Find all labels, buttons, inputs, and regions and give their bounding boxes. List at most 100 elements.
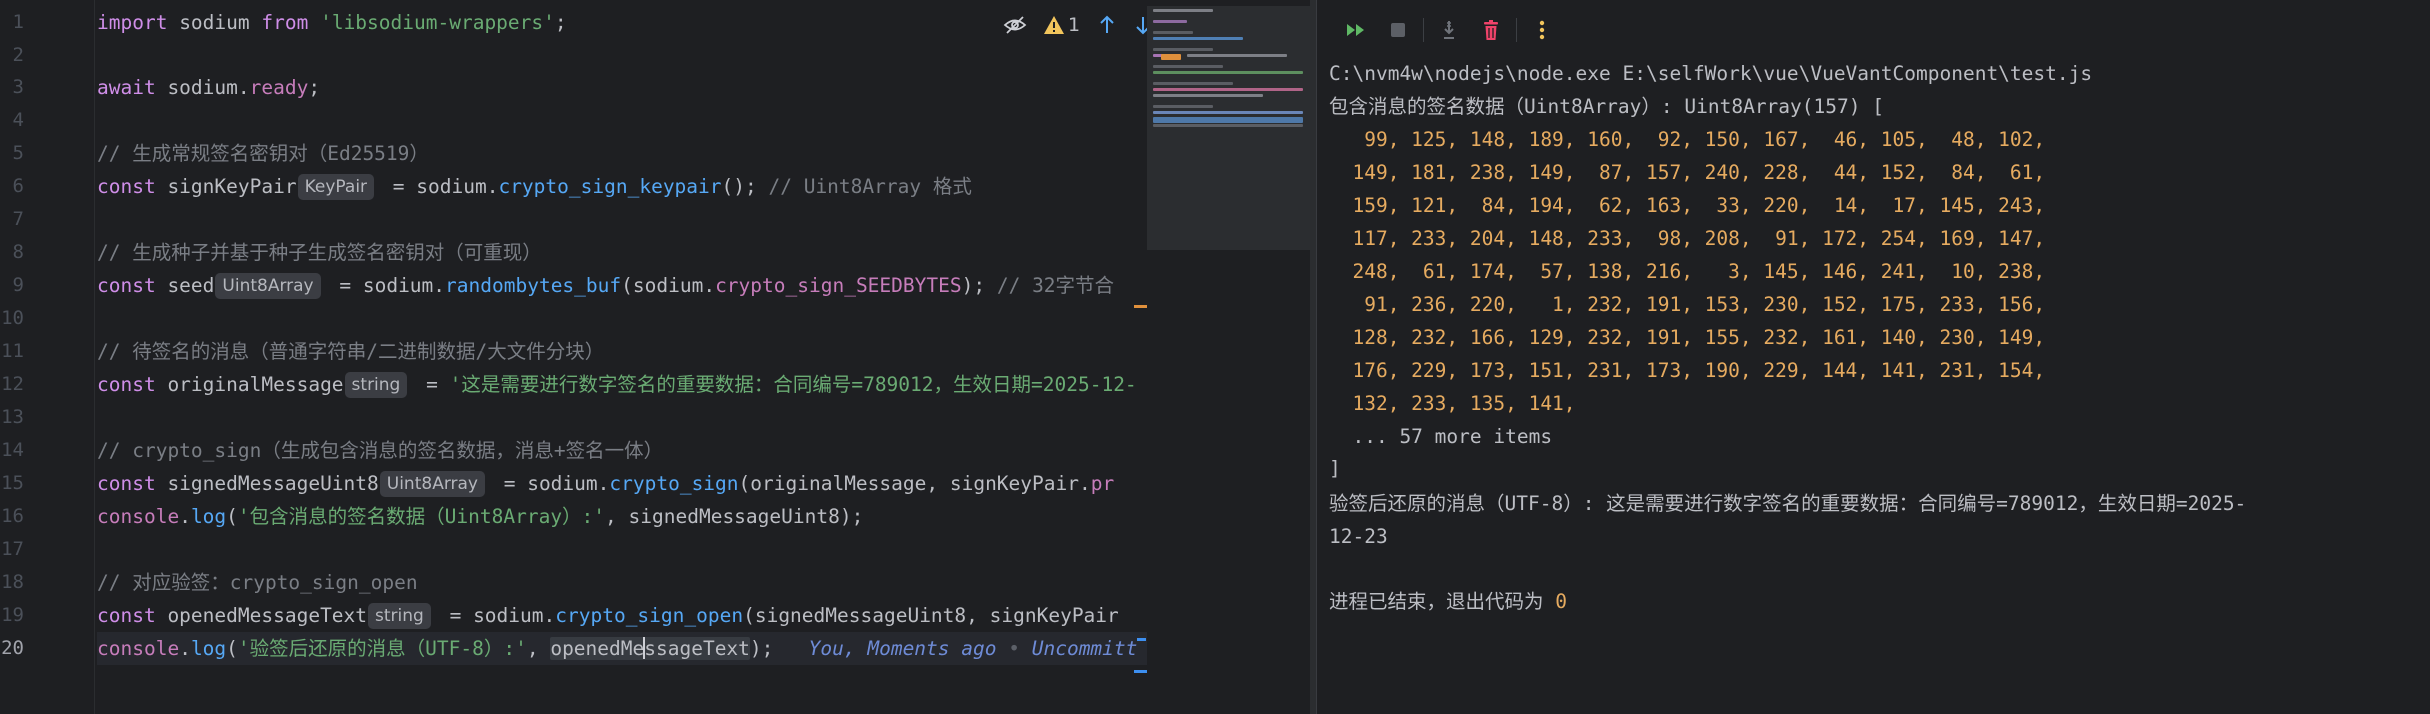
warning-indicator[interactable]: 1: [1043, 14, 1080, 36]
code-line-20[interactable]: console.log('验签后还原的消息（UTF-8）:', openedMe…: [97, 632, 1137, 665]
line-number[interactable]: 5: [0, 141, 24, 165]
punctuation: );: [749, 637, 774, 660]
line-number[interactable]: 8: [0, 240, 24, 264]
toolbar-separator: [1423, 18, 1424, 42]
code-line-9[interactable]: const seed Uint8Array = sodium.randombyte…: [97, 269, 1114, 302]
string-literal: '这是需要进行数字签名的重要数据：合同编号=789012，生效日期=2025-1…: [449, 373, 1137, 396]
more-icon: [1539, 20, 1545, 40]
arrow-up-icon[interactable]: [1098, 15, 1116, 35]
type-hint: KeyPair: [297, 174, 375, 200]
line-number[interactable]: 1: [0, 10, 24, 34]
code-line-11[interactable]: // 待签名的消息（普通字符串/二进制数据/大文件分块）: [97, 335, 604, 368]
code-line-6[interactable]: const signKeyPair KeyPair = sodium.crypto…: [97, 170, 972, 203]
eye-off-icon[interactable]: [1003, 15, 1027, 35]
console-opened-message: 验签后还原的消息（UTF-8）: 这是需要进行数字签名的重要数据：合同编号=78…: [1329, 492, 2247, 515]
toolbar-separator: [1516, 18, 1517, 42]
git-blame-status: Uncommitt: [1031, 637, 1138, 660]
line-number[interactable]: 10: [0, 306, 24, 330]
exit-text: 进程已结束，退出代码为: [1329, 590, 1556, 613]
type-hint: string: [344, 372, 408, 398]
stop-icon: [1391, 23, 1405, 37]
code-line-8[interactable]: // 生成种子并基于种子生成签名密钥对（可重现）: [97, 236, 542, 269]
git-blame-user[interactable]: You,: [809, 637, 856, 660]
code-line-16[interactable]: console.log('包含消息的签名数据（Uint8Array）:', si…: [97, 500, 863, 533]
scroll-to-end-button[interactable]: [1428, 15, 1470, 45]
keyword: const: [97, 472, 156, 495]
line-number[interactable]: 6: [0, 174, 24, 198]
change-marker[interactable]: [1134, 670, 1147, 673]
console-array-row: 176, 229, 173, 151, 231, 173, 190, 229, …: [1329, 359, 2046, 382]
clear-console-button[interactable]: [1470, 15, 1512, 45]
line-number[interactable]: 19: [0, 603, 24, 627]
minimap-line: [1153, 105, 1213, 108]
code-text: (signedMessageUint8, signKeyPair: [743, 604, 1119, 627]
git-blame-time: Moments ago: [855, 637, 997, 660]
line-number[interactable]: 17: [0, 537, 24, 561]
change-marker[interactable]: [1137, 638, 1146, 641]
code-line-19[interactable]: const openedMessageText string = sodium.c…: [97, 599, 1119, 632]
line-number[interactable]: 15: [0, 471, 24, 495]
warning-marker[interactable]: [1134, 305, 1147, 308]
code-line-1[interactable]: import sodium from 'libsodium-wrappers';: [97, 6, 567, 39]
code-line-14[interactable]: // crypto_sign（生成包含消息的签名数据，消息+签名一体）: [97, 434, 663, 467]
exit-code: 0: [1555, 590, 1567, 613]
identifier: signedMessageUint8: [155, 472, 379, 495]
line-number[interactable]: 18: [0, 570, 24, 594]
git-blame-separator: •: [996, 637, 1032, 660]
code-area[interactable]: import sodium from 'libsodium-wrappers';…: [97, 0, 1147, 714]
keyword: const: [97, 175, 156, 198]
code-line-12[interactable]: const originalMessage string = '这是需要进行数字签…: [97, 368, 1137, 401]
type-hint: Uint8Array: [215, 273, 321, 299]
function-call: crypto_sign: [609, 472, 739, 495]
minimap-line: [1153, 111, 1303, 114]
minimap-line: [1153, 37, 1243, 40]
minimap-line: [1153, 20, 1187, 23]
code-text: = sodium.: [327, 274, 446, 297]
line-number[interactable]: 7: [0, 207, 24, 231]
property: ready: [249, 76, 309, 99]
punctuation: ;: [554, 11, 567, 34]
keyword: import: [97, 11, 168, 34]
function-call: crypto_sign_open: [555, 604, 744, 627]
object-console: console: [97, 637, 180, 660]
minimap-line: [1153, 71, 1303, 74]
console-array-close: ]: [1329, 457, 1341, 480]
line-number[interactable]: 9: [0, 273, 24, 297]
line-number[interactable]: 11: [0, 339, 24, 363]
console-more-items: ... 57 more items: [1329, 425, 1553, 448]
stop-button[interactable]: [1377, 15, 1419, 45]
punctuation: (: [226, 637, 238, 660]
scroll-to-end-icon: [1444, 21, 1454, 39]
function-call: crypto_sign_keypair: [498, 175, 722, 198]
code-text: (originalMessage, signKeyPair.: [738, 472, 1091, 495]
line-number[interactable]: 4: [0, 108, 24, 132]
line-number[interactable]: 12: [0, 372, 24, 396]
more-options-button[interactable]: [1521, 15, 1563, 45]
line-number[interactable]: 14: [0, 438, 24, 462]
line-number-gutter: 1 2 3 4 5 6 7 8 9 10 11 12 13 14 15 16 17 18 19 20: [0, 0, 95, 714]
console-array-row: 128, 232, 166, 129, 232, 191, 155, 232, …: [1329, 326, 2046, 349]
code-line-18[interactable]: // 对应验签：crypto_sign_open: [97, 566, 418, 599]
code-line-15[interactable]: const signedMessageUint8 Uint8Array = sod…: [97, 467, 1114, 500]
identifier: originalMessage: [155, 373, 344, 396]
console-array-row: 99, 125, 148, 189, 160, 92, 150, 167, 46…: [1329, 128, 2046, 151]
minimap-line: [1153, 88, 1303, 91]
code-editor[interactable]: 1 2 3 4 5 6 7 8 9 10 11 12 13 14 15 16 17 18 19 20 import s…: [0, 0, 1310, 714]
line-number[interactable]: 13: [0, 405, 24, 429]
run-console[interactable]: C:\nvm4w\nodejs\node.exe E:\selfWork\vue…: [1317, 0, 2430, 714]
code-minimap[interactable]: [1147, 6, 1310, 250]
code-line-5[interactable]: // 生成常规签名密钥对（Ed25519）: [97, 137, 429, 170]
code-text: = sodium.: [381, 175, 499, 198]
line-number[interactable]: 2: [0, 43, 24, 67]
rerun-button[interactable]: [1335, 15, 1377, 45]
code-text: = sodium.: [491, 472, 610, 495]
identifier-part: openedMe: [550, 637, 645, 660]
line-number[interactable]: 16: [0, 504, 24, 528]
minimap-line: [1153, 124, 1303, 127]
line-number[interactable]: 20: [0, 636, 24, 660]
keyword: const: [97, 604, 156, 627]
punctuation: .: [179, 637, 191, 660]
line-number[interactable]: 3: [0, 75, 24, 99]
code-line-3[interactable]: await sodium.ready;: [97, 71, 320, 104]
console-array-row: 248, 61, 174, 57, 138, 216, 3, 145, 146,…: [1329, 260, 2046, 283]
